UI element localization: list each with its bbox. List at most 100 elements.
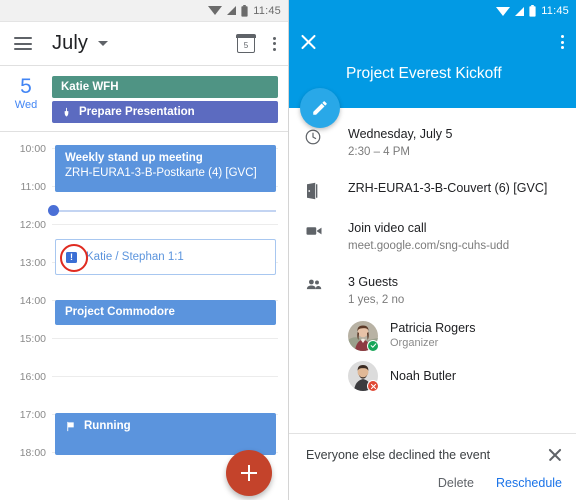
event-title: Weekly stand up meeting — [65, 152, 203, 164]
guest-name: Noah Butler — [390, 369, 457, 383]
pencil-icon — [313, 101, 327, 115]
guest-count: 3 Guests — [348, 275, 399, 289]
event-title: Katie / Stephan 1:1 — [86, 250, 184, 263]
wifi-icon — [496, 6, 511, 16]
reschedule-button[interactable]: Reschedule — [496, 476, 562, 490]
detail-row-content: Join video call meet.google.com/sng-cuhs… — [348, 220, 562, 254]
clock-icon — [304, 126, 348, 160]
detail-row-room[interactable]: ZRH-EURA1-3-B-Couvert (6) [GVC] — [288, 180, 576, 200]
close-icon[interactable] — [548, 448, 562, 462]
video-call-link[interactable]: meet.google.com/sng-cuhs-udd — [348, 238, 562, 254]
event-title-heading: Project Everest Kickoff — [346, 65, 502, 82]
month-selector[interactable]: July — [52, 32, 108, 55]
event-date: Wednesday, July 5 — [348, 127, 453, 141]
schedule-grid[interactable]: 10:00 11:00 12:00 13:00 14:00 15:00 16:0… — [0, 132, 288, 497]
detail-row-video-call[interactable]: Join video call meet.google.com/sng-cuhs… — [288, 220, 576, 254]
room-door-icon — [304, 180, 348, 200]
guest-list-item-patricia[interactable]: Patricia Rogers Organizer — [288, 320, 576, 352]
current-time-dot — [48, 205, 59, 216]
hour-label-10: 10:00 — [19, 143, 46, 155]
hour-label-15: 15:00 — [19, 333, 46, 345]
guest-rsvp-summary: 1 yes, 2 no — [348, 294, 405, 306]
right-status-bar: 11:45 — [288, 0, 576, 22]
chip-label: Prepare Presentation — [79, 106, 195, 118]
left-status-bar: 11:45 — [0, 0, 288, 22]
day-name: Wed — [14, 99, 38, 112]
event-detail-body: Wednesday, July 5 2:30 – 4 PM ZRH-EURA1-… — [288, 108, 576, 392]
signal-icon — [227, 6, 237, 15]
guest-name: Patricia Rogers — [390, 321, 476, 335]
battery-icon — [529, 5, 536, 17]
detail-row-datetime[interactable]: Wednesday, July 5 2:30 – 4 PM — [288, 126, 576, 160]
hour-line-15 — [52, 338, 278, 339]
guest-role: Organizer — [390, 337, 439, 349]
guest-list-item-noah[interactable]: Noah Butler — [288, 361, 576, 392]
hour-label-16: 16:00 — [19, 371, 46, 383]
today-calendar-icon[interactable]: 5 — [236, 33, 256, 53]
event-katie-stephan-1-1[interactable]: ! Katie / Stephan 1:1 — [55, 239, 276, 275]
event-time-range: 2:30 – 4 PM — [348, 146, 411, 158]
hour-label-11: 11:00 — [20, 181, 47, 193]
delete-button[interactable]: Delete — [438, 476, 474, 490]
rsvp-accepted-badge — [367, 339, 379, 352]
event-title: Project Commodore — [65, 306, 175, 318]
detail-row-content: ZRH-EURA1-3-B-Couvert (6) [GVC] — [348, 180, 562, 200]
calendar-icon-day: 5 — [243, 40, 249, 50]
event-subtitle: ZRH-EURA1-3-B-Postkarte (4) [GVC] — [65, 167, 257, 179]
warning-badge-glyph: ! — [70, 251, 73, 262]
snackbar-actions: Delete Reschedule — [306, 476, 562, 490]
current-time-line — [52, 210, 276, 212]
avatar — [348, 320, 379, 352]
all-day-chip-prepare-presentation[interactable]: Prepare Presentation — [52, 101, 278, 123]
flag-icon — [65, 419, 76, 437]
month-label: July — [52, 32, 88, 54]
close-icon[interactable] — [300, 34, 317, 51]
hamburger-menu-icon[interactable] — [14, 37, 32, 50]
detail-row-content: 3 Guests 1 yes, 2 no — [348, 274, 562, 308]
detail-toolbar — [288, 22, 576, 62]
guest-info: Noah Butler — [390, 368, 456, 384]
calendar-pane: 11:45 July 5 5 Wed Katie WFH Prepare Pre… — [0, 0, 288, 500]
event-project-commodore[interactable]: Project Commodore — [55, 300, 276, 325]
create-event-fab[interactable] — [226, 450, 272, 496]
hour-line-12 — [52, 224, 278, 225]
day-number: 5 — [20, 75, 32, 98]
all-day-chip-katie-wfh[interactable]: Katie WFH — [52, 76, 278, 98]
event-title: Running — [84, 420, 131, 432]
app-screen: 11:45 July 5 5 Wed Katie WFH Prepare Pre… — [0, 0, 576, 500]
day-header-strip: 5 Wed Katie WFH Prepare Presentation — [0, 66, 288, 132]
event-running[interactable]: Running — [55, 413, 276, 455]
status-icons — [496, 5, 536, 17]
guest-info: Patricia Rogers Organizer — [390, 320, 475, 351]
calendar-app-bar: July 5 — [0, 22, 288, 66]
detail-row-content: Wednesday, July 5 2:30 – 4 PM — [348, 126, 562, 160]
pane-divider — [288, 0, 289, 500]
day-column[interactable]: 5 Wed — [0, 72, 52, 123]
hour-label-14: 14:00 — [19, 295, 46, 307]
task-icon — [61, 107, 72, 118]
status-time: 11:45 — [253, 4, 281, 17]
battery-icon — [241, 4, 248, 17]
hour-label-12: 12:00 — [19, 219, 46, 231]
signal-icon — [515, 6, 525, 16]
detail-row-guests[interactable]: 3 Guests 1 yes, 2 no — [288, 274, 576, 308]
avatar — [348, 361, 379, 392]
video-call-label: Join video call — [348, 221, 427, 235]
event-room: ZRH-EURA1-3-B-Couvert (6) [GVC] — [348, 181, 548, 195]
all-day-events: Katie WFH Prepare Presentation — [52, 72, 278, 123]
more-vert-icon[interactable] — [273, 36, 276, 51]
warning-badge-icon: ! — [66, 251, 77, 263]
status-icons — [208, 4, 248, 17]
declined-snackbar: Everyone else declined the event Delete … — [288, 433, 576, 500]
chevron-down-icon — [97, 41, 108, 46]
plus-icon-vertical — [248, 465, 250, 481]
snackbar-message-row: Everyone else declined the event — [306, 448, 562, 462]
event-weekly-stand-up-meeting[interactable]: Weekly stand up meeting ZRH-EURA1-3-B-Po… — [55, 145, 276, 192]
hour-label-18: 18:00 — [19, 447, 46, 459]
wifi-icon — [208, 6, 223, 15]
edit-event-fab[interactable] — [300, 88, 340, 128]
hour-line-16 — [52, 376, 278, 377]
chip-label: Katie WFH — [61, 81, 119, 93]
more-vert-icon[interactable] — [561, 35, 564, 49]
hour-label-17: 17:00 — [19, 409, 46, 421]
